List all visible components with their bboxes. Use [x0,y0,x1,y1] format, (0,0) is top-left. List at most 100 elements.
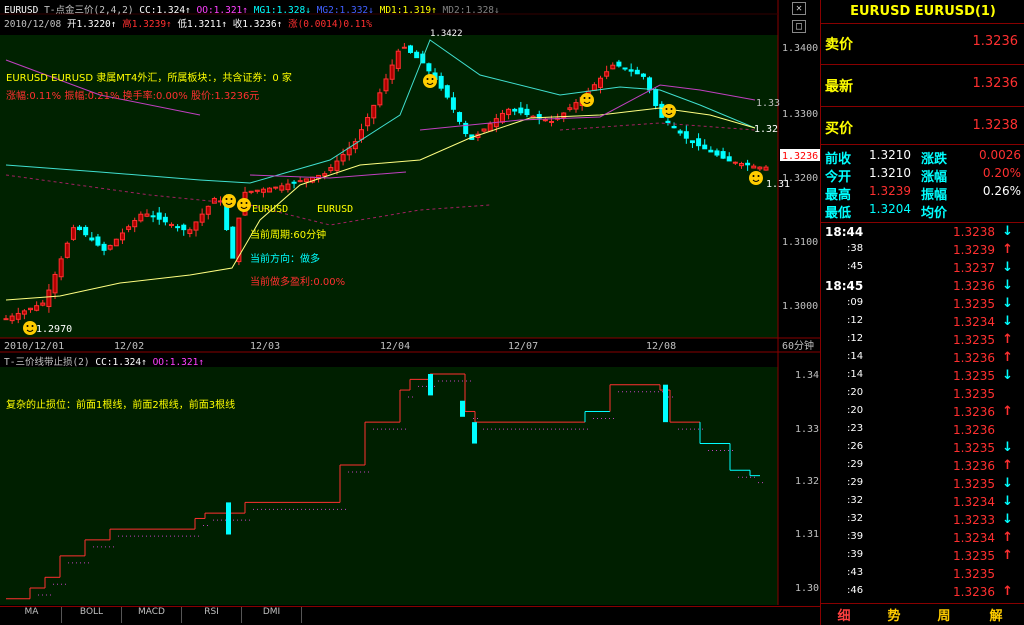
candle-body [567,107,573,110]
low-value: 低1.3211↑ [177,19,228,30]
tick-price: 1.3234 [953,495,995,509]
close-icon[interactable]: ✕ [792,2,806,15]
candle-body [119,232,125,241]
arrow-down-icon: ↓ [1002,224,1013,239]
candle-body [267,187,273,193]
stat-value: 0.20% [982,166,1021,180]
candle-body [34,305,40,311]
mg2-value: MG2:1.332↓ [316,5,374,16]
maximize-icon[interactable]: □ [792,20,806,33]
price-tick: 1.3400 [782,43,818,54]
tick-time: :43 [847,567,864,578]
tick-row: :14 1.3235 ↓ [821,368,1021,386]
lower-cc-value: CC:1.324↑ [95,357,147,368]
candle-body [616,61,622,67]
smiley-icon [580,93,594,107]
stats-grid: 前收 1.3210 涨跌 0.0026 今开 1.3210 涨幅 0.20% 最高 1.3239 振… [825,148,1021,221]
tick-price: 1.3234 [953,531,995,545]
candle-body [542,119,548,122]
candle-body [15,312,21,320]
tick-row: 18:44 1.3238 ↓ [821,224,1021,242]
tick-row: :20 1.3236 ↑ [821,404,1021,422]
candle-body [46,289,52,308]
stop-bar [460,400,465,417]
candle-body [126,226,132,230]
arrow-up-icon: ↑ [1002,458,1013,473]
stat-row: 前收 1.3210 涨跌 0.0026 [825,148,1021,167]
tick-row: :45 1.3237 ↓ [821,260,1021,278]
stat-value: 0.0026 [979,148,1021,162]
current-price-tag: 1.3236 [782,151,818,162]
tab-ma[interactable]: MA [2,607,62,623]
last-label: 最新 [825,79,853,95]
line-label: 1.31 [766,179,790,190]
smiley-icon [222,194,236,208]
candle-body [156,212,162,220]
candle-body [187,229,193,234]
sell-value: 1.3236 [972,34,1019,49]
stat-label: 振幅 [921,188,948,203]
tick-time: :26 [847,441,864,452]
smiley-icon [662,104,676,118]
candle-body [696,138,702,147]
stat-value: 1.3239 [869,184,911,198]
tick-row: :32 1.3233 ↓ [821,512,1021,530]
change-value: 涨(0.0014)0.11% [288,19,372,30]
tab-trend[interactable]: 势 [871,605,917,625]
candle-body [395,50,401,69]
date-axis: 2010/12/01 12/02 12/03 12/04 12/07 12/08… [4,339,814,352]
candle-body [328,167,334,172]
tick-row: :29 1.3235 ↓ [821,476,1021,494]
arrow-down-icon: ↓ [1002,494,1013,509]
tab-dmi[interactable]: DMI [242,607,302,623]
last-row: 最新 1.3236 [825,76,1018,98]
candle-body [745,162,751,166]
arrow-up-icon: ↑ [1002,242,1013,257]
tick-row: :39 1.3235 ↑ [821,548,1021,566]
candle-body [70,227,76,240]
tick-time: :29 [847,477,864,488]
lower-note: 复杂的止损位：前面1根线，前面2根线，前面3根线 [6,400,236,411]
tab-info[interactable]: 解 [973,605,1019,625]
lower-axis: 1.34 1.33 1.32 1.31 1.30 [795,370,819,594]
candle-body [653,88,659,107]
candle-body [683,131,689,139]
info-line1: EURUSD EURUSD 隶属MT4外汇，所属板块：，共含证券：0 家 [6,73,292,84]
price-tick: 1.3100 [782,237,818,248]
tab-week[interactable]: 周 [921,605,967,625]
tick-time: :46 [847,585,864,596]
candle-body [414,51,420,59]
tab-macd[interactable]: MACD [122,607,182,623]
candle-body [714,150,720,156]
last-value: 1.3236 [972,76,1019,91]
tick-row: :29 1.3236 ↑ [821,458,1021,476]
candle-body [383,78,389,92]
stat-label: 最高 [825,188,852,203]
candle-body [506,108,512,116]
tab-rsi[interactable]: RSI [182,607,242,623]
tab-boll[interactable]: BOLL [62,607,122,623]
tick-price: 1.3236 [953,351,995,365]
candle-body [89,237,95,241]
candle-body [702,144,708,150]
tick-row: :12 1.3234 ↓ [821,314,1021,332]
stat-value: 1.3210 [869,166,911,180]
candle-body [444,85,450,98]
candle-body [751,165,757,169]
tick-price: 1.3235 [953,387,995,401]
signal-label-a: EURUSD [252,204,289,215]
stat-row: 最高 1.3239 振幅 0.26% [825,184,1021,203]
candle-body [598,77,604,88]
arrow-up-icon: ↑ [1002,404,1013,419]
tab-detail[interactable]: 细 [821,605,867,625]
stat-row: 最低 1.3204 均价 [825,202,1021,221]
arrow-up-icon: ↑ [1002,332,1013,347]
tick-list[interactable]: 18:44 1.3238 ↓:38 1.3239 ↑:45 1.3237 ↓ 18:45 1.3… [821,224,1024,602]
candle-body [573,102,579,110]
price-axis: 1.3400 1.3300 1.3200 1.3100 1.3000 [782,43,818,312]
trading-window: 1.3400 1.3300 1.3200 1.3100 1.3000 1.323… [0,0,1024,625]
candle-body [107,244,113,250]
candle-body [340,154,346,162]
tick-row: :38 1.3239 ↑ [821,242,1021,260]
current-profit: 当前做多盈利:0.00% [250,277,346,288]
